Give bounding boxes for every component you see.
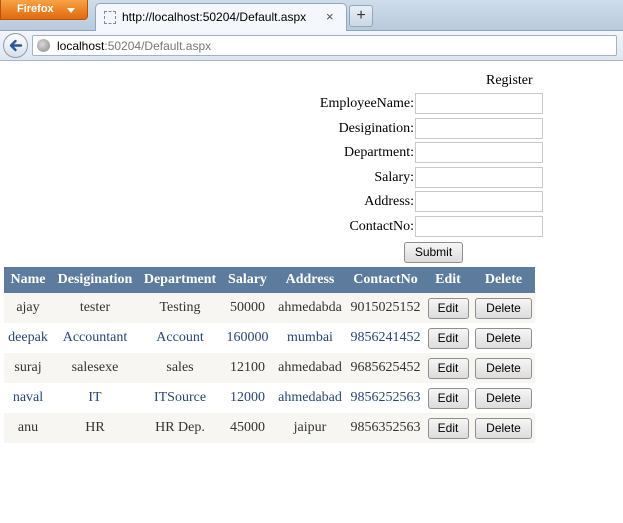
cell-delete: Delete xyxy=(472,413,535,443)
desigination-input[interactable] xyxy=(415,118,543,139)
cell-edit: Edit xyxy=(424,323,472,353)
cell-edit: Edit xyxy=(424,383,472,413)
cell-salary: 12000 xyxy=(222,383,273,413)
cell-address: ahmedabad xyxy=(273,353,347,383)
cell-contactno: 9856252563 xyxy=(347,383,424,413)
col-header-desigination: Desigination xyxy=(52,267,138,293)
table-row: ajay tester Testing 50000 ahmedabda 9015… xyxy=(4,293,535,323)
globe-icon xyxy=(37,39,50,52)
cell-edit: Edit xyxy=(424,293,472,323)
cell-edit: Edit xyxy=(424,413,472,443)
cell-address: ahmedabad xyxy=(273,383,347,413)
table-row: naval IT ITSource 12000 ahmedabad 985625… xyxy=(4,383,535,413)
url-path: :50204/Default.aspx xyxy=(104,39,212,53)
cell-desigination: salesexe xyxy=(52,353,138,383)
grid-header-row: Name Desigination Department Salary Addr… xyxy=(4,267,535,293)
new-tab-button[interactable]: + xyxy=(349,5,373,27)
edit-button[interactable]: Edit xyxy=(427,357,469,379)
cell-name: ajay xyxy=(4,293,52,323)
browser-titlebar: Firefox http://localhost:50204/Default.a… xyxy=(0,0,623,31)
navigation-bar: localhost:50204/Default.aspx xyxy=(0,31,623,61)
department-input[interactable] xyxy=(415,142,543,163)
cell-salary: 160000 xyxy=(222,323,273,353)
firefox-menu-label: Firefox xyxy=(17,3,54,15)
chevron-down-icon xyxy=(67,8,75,13)
cell-name: naval xyxy=(4,383,52,413)
cell-desigination: HR xyxy=(52,413,138,443)
delete-button[interactable]: Delete xyxy=(475,387,532,409)
address-input[interactable] xyxy=(415,191,543,212)
table-row: deepak Accountant Account 160000 mumbai … xyxy=(4,323,535,353)
delete-button[interactable]: Delete xyxy=(475,297,532,319)
salary-label: Salary: xyxy=(374,170,414,185)
cell-contactno: 9856352563 xyxy=(347,413,424,443)
col-header-address: Address xyxy=(273,267,347,293)
col-header-contactno: ContactNo xyxy=(347,267,424,293)
cell-desigination: Accountant xyxy=(52,323,138,353)
cell-address: jaipur xyxy=(273,413,347,443)
department-label: Department: xyxy=(344,145,414,160)
close-icon[interactable]: × xyxy=(326,9,334,24)
cell-delete: Delete xyxy=(472,353,535,383)
url-host: localhost xyxy=(57,39,105,53)
cell-contactno: 9685625452 xyxy=(347,353,424,383)
col-header-salary: Salary xyxy=(222,267,273,293)
cell-department: sales xyxy=(138,353,222,383)
cell-salary: 45000 xyxy=(222,413,273,443)
employee-name-input[interactable] xyxy=(415,93,543,114)
cell-desigination: IT xyxy=(52,383,138,413)
cell-name: suraj xyxy=(4,353,52,383)
cell-edit: Edit xyxy=(424,353,472,383)
delete-button[interactable]: Delete xyxy=(475,327,532,349)
page-icon xyxy=(104,11,116,24)
cell-delete: Delete xyxy=(472,323,535,353)
salary-input[interactable] xyxy=(415,167,543,188)
contact-no-label: ContactNo: xyxy=(349,219,414,234)
firefox-menu-button[interactable]: Firefox xyxy=(0,0,88,20)
edit-button[interactable]: Edit xyxy=(427,417,469,439)
cell-address: ahmedabda xyxy=(273,293,347,323)
col-header-edit: Edit xyxy=(424,267,472,293)
back-button[interactable] xyxy=(3,33,28,58)
url-text: localhost:50204/Default.aspx xyxy=(57,39,211,53)
browser-tab[interactable]: http://localhost:50204/Default.aspx × xyxy=(95,3,347,31)
back-arrow-icon xyxy=(9,39,23,52)
employee-grid: Name Desigination Department Salary Addr… xyxy=(4,267,535,443)
edit-button[interactable]: Edit xyxy=(427,387,469,409)
col-header-department: Department xyxy=(138,267,222,293)
table-row: anu HR HR Dep. 45000 jaipur 9856352563 E… xyxy=(4,413,535,443)
form-title: Register xyxy=(486,73,533,88)
edit-button[interactable]: Edit xyxy=(427,297,469,319)
edit-button[interactable]: Edit xyxy=(427,327,469,349)
cell-delete: Delete xyxy=(472,293,535,323)
delete-button[interactable]: Delete xyxy=(475,357,532,379)
cell-department: ITSource xyxy=(138,383,222,413)
cell-name: anu xyxy=(4,413,52,443)
desigination-label: Desigination: xyxy=(338,121,414,136)
delete-button[interactable]: Delete xyxy=(475,417,532,439)
cell-department: Account xyxy=(138,323,222,353)
cell-desigination: tester xyxy=(52,293,138,323)
col-header-delete: Delete xyxy=(472,267,535,293)
cell-salary: 12100 xyxy=(222,353,273,383)
employee-name-label: EmployeeName: xyxy=(319,96,414,111)
cell-delete: Delete xyxy=(472,383,535,413)
submit-button[interactable]: Submit xyxy=(404,242,463,263)
table-row: suraj salesexe sales 12100 ahmedabad 968… xyxy=(4,353,535,383)
contact-no-input[interactable] xyxy=(415,216,543,237)
cell-department: HR Dep. xyxy=(138,413,222,443)
tab-title: http://localhost:50204/Default.aspx xyxy=(122,10,307,24)
cell-salary: 50000 xyxy=(222,293,273,323)
col-header-name: Name xyxy=(4,267,52,293)
cell-address: mumbai xyxy=(273,323,347,353)
cell-contactno: 9015025152 xyxy=(347,293,424,323)
cell-contactno: 9856241452 xyxy=(347,323,424,353)
address-bar[interactable]: localhost:50204/Default.aspx xyxy=(32,35,617,56)
cell-department: Testing xyxy=(138,293,222,323)
address-label: Address: xyxy=(364,194,414,209)
cell-name: deepak xyxy=(4,323,52,353)
page-content: Register EmployeeName: Desigination: Dep… xyxy=(0,61,623,523)
